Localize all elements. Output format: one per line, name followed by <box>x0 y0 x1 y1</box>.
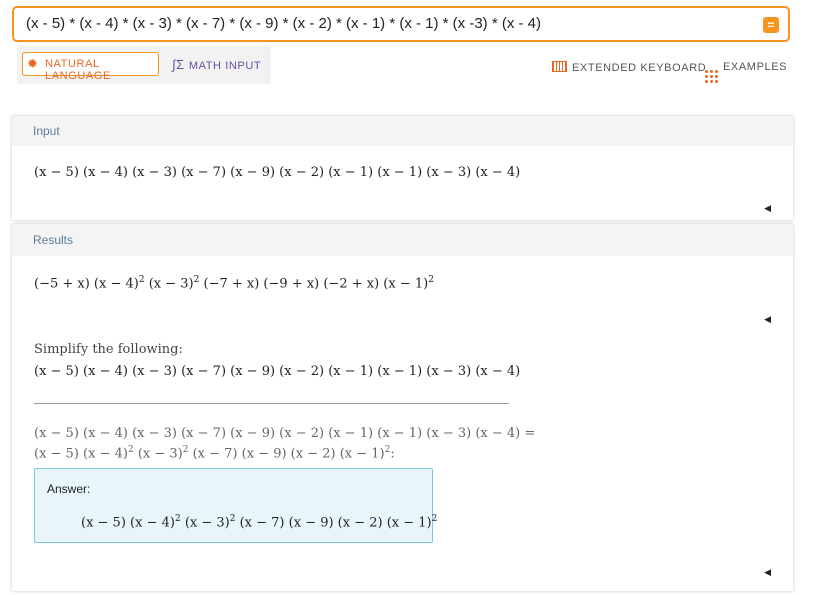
answer-box: Answer: (x − 5) (x − 4)2 (x − 3)2 (x − 7… <box>34 468 437 543</box>
input-expression: (x − 5) (x − 4) (x − 3) (x − 7) (x − 9) … <box>34 165 521 180</box>
step-line-2: (x − 5) (x − 4)2 (x − 3)2 (x − 7) (x − 9… <box>34 445 395 462</box>
caret-left-icon[interactable]: ◀ <box>764 314 771 325</box>
natural-language-button[interactable]: ✹ NATURAL LANGUAGE <box>22 52 159 82</box>
step-heading: Simplify the following: <box>34 342 183 357</box>
result-expression: (−5 + x) (x − 4)2 (x − 3)2 (−7 + x) (−9 … <box>34 275 434 292</box>
extended-keyboard-link[interactable]: EXTENDED KEYBOARD <box>552 61 706 74</box>
caret-left-icon[interactable]: ◀ <box>764 567 771 578</box>
input-pod: Input (x − 5) (x − 4) (x − 3) (x − 7) (x… <box>12 116 793 220</box>
caret-left-icon[interactable]: ◀ <box>764 203 771 214</box>
search-input[interactable]: (x - 5) * (x - 4) * (x - 3) * (x - 7) * … <box>26 15 541 32</box>
step-divider <box>34 403 509 404</box>
input-mode-selector: ✹ NATURAL LANGUAGE ∫Σ MATH INPUT <box>17 46 271 84</box>
grid-icon <box>705 70 718 83</box>
step-expression: (x − 5) (x − 4) (x − 3) (x − 7) (x − 9) … <box>34 364 521 379</box>
answer-label: Answer: <box>47 482 91 496</box>
equals-icon[interactable]: = <box>763 17 779 33</box>
math-input-label: MATH INPUT <box>188 60 262 72</box>
results-pod-title: Results <box>12 224 793 256</box>
answer-expression: (x − 5) (x − 4)2 (x − 3)2 (x − 7) (x − 9… <box>81 514 438 531</box>
extended-keyboard-label: EXTENDED KEYBOARD <box>572 62 707 74</box>
search-bar[interactable]: (x - 5) * (x - 4) * (x - 3) * (x - 7) * … <box>12 6 790 42</box>
examples-label: EXAMPLES <box>723 61 788 73</box>
math-input-button[interactable]: ∫Σ MATH INPUT <box>172 57 261 72</box>
results-pod: Results (−5 + x) (x − 4)2 (x − 3)2 (−7 +… <box>12 224 793 591</box>
natural-language-label: NATURAL LANGUAGE <box>45 58 111 82</box>
gear-icon: ✹ <box>27 56 39 71</box>
input-pod-title: Input <box>12 116 793 146</box>
step-line-1: (x − 5) (x − 4) (x − 3) (x − 7) (x − 9) … <box>34 426 536 441</box>
examples-link[interactable]: EXAMPLES <box>705 61 787 83</box>
integral-icon: ∫Σ <box>172 57 185 72</box>
keyboard-icon <box>552 61 567 72</box>
